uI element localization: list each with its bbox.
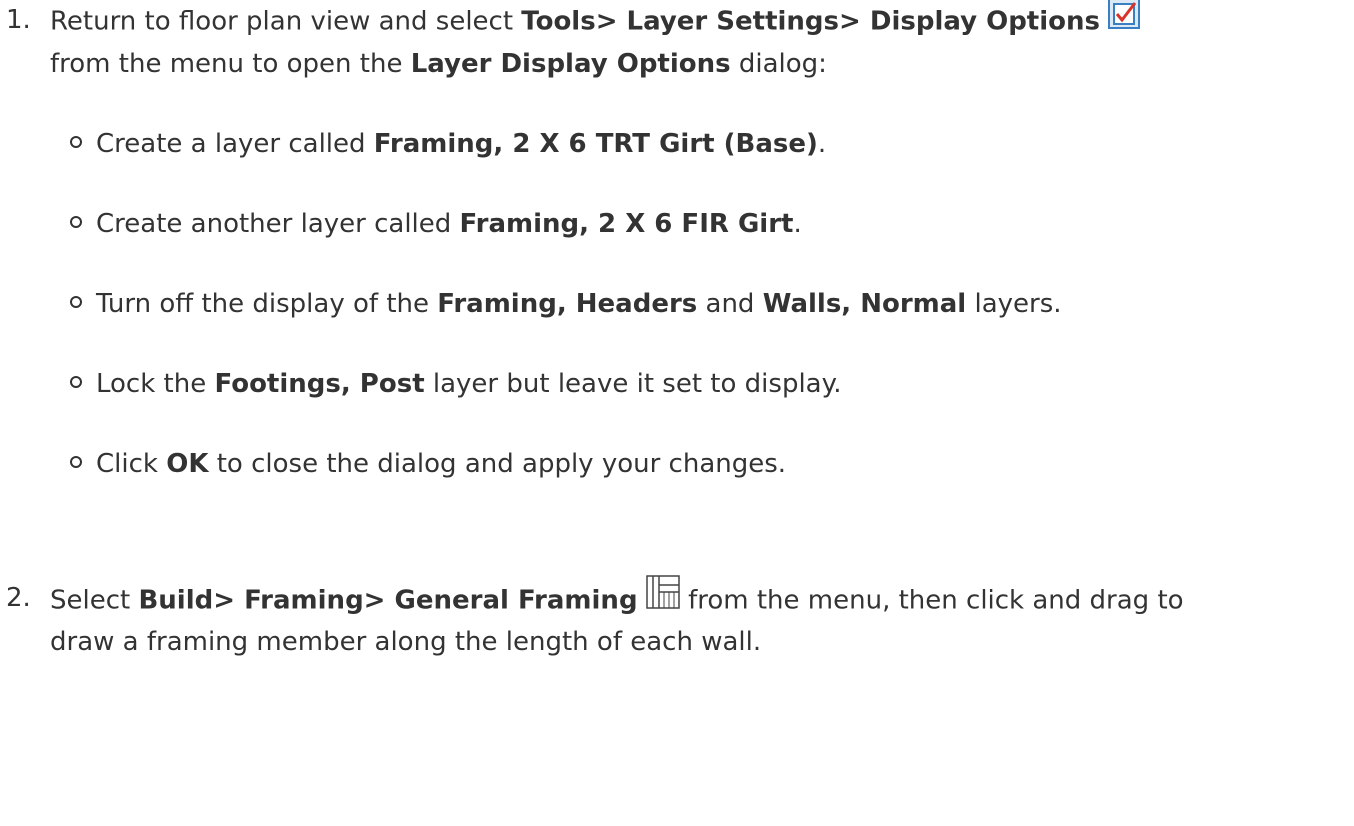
bullet-item: Lock the Footings, Post layer but leave …	[70, 364, 842, 404]
bullet-item: Create a layer called Framing, 2 X 6 TRT…	[70, 124, 826, 164]
menu-path: Tools> Layer Settings> Display Options	[521, 6, 1100, 37]
bullet-icon	[70, 135, 82, 148]
text: from the menu, then click and drag to	[679, 585, 1184, 616]
bullet-icon	[70, 455, 82, 468]
bullet-item: Click OK to close the dialog and apply y…	[70, 444, 786, 484]
text: from the menu to open the	[50, 49, 411, 79]
bullet-icon	[70, 215, 82, 228]
text: dialog:	[730, 49, 827, 79]
step-2-line-2: draw a framing member along the length o…	[50, 627, 762, 657]
menu-path: Build> Framing> General Framing	[138, 585, 638, 616]
step-number: 1.	[6, 5, 31, 35]
step-number: 2.	[6, 583, 31, 613]
bullet-item: Create another layer called Framing, 2 X…	[70, 204, 802, 244]
step-1-line-2: from the menu to open the Layer Display …	[50, 44, 827, 84]
framing-icon	[646, 575, 680, 621]
bullet-icon	[70, 375, 82, 388]
step-1-line-1: Return to floor plan view and select Too…	[50, 0, 1141, 44]
text: Return to floor plan view and select	[50, 6, 522, 37]
checkbox-icon	[1108, 0, 1141, 41]
dialog-name: Layer Display Options	[410, 49, 731, 79]
step-2-line-1: Select Build> Framing> General Framing f…	[50, 575, 1184, 624]
text: Select	[50, 585, 139, 616]
bullet-item: Turn off the display of the Framing, Hea…	[70, 284, 1062, 324]
bullet-icon	[70, 295, 82, 308]
